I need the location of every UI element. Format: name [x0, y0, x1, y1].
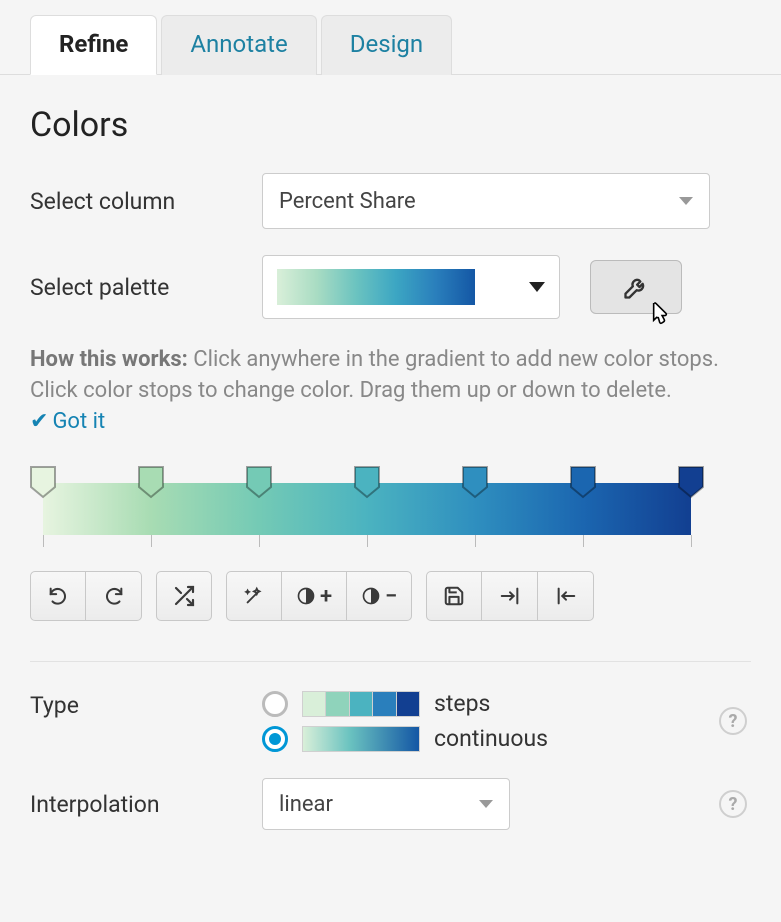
export-icon	[555, 585, 577, 607]
gradient-stop[interactable]	[568, 465, 598, 495]
help-type-button[interactable]: ?	[719, 707, 747, 735]
radio-input-continuous[interactable]	[262, 726, 288, 752]
interpolation-value: linear	[279, 792, 333, 817]
gradient-stop[interactable]	[28, 465, 58, 495]
chevron-down-icon	[479, 800, 493, 808]
column-select-value: Percent Share	[279, 189, 416, 214]
gradient-stop[interactable]	[460, 465, 490, 495]
gradient-stop[interactable]	[352, 465, 382, 495]
label-interpolation: Interpolation	[30, 791, 262, 818]
import-button[interactable]	[482, 571, 538, 621]
customize-palette-button[interactable]	[590, 260, 682, 314]
help-lead: How this works:	[30, 347, 188, 372]
row-type: Type steps continuous ?	[30, 690, 751, 752]
continuous-preview	[302, 726, 420, 752]
row-select-column: Select column Percent Share	[30, 173, 751, 229]
gradient-ticks	[43, 535, 691, 547]
contrast-icon	[296, 586, 316, 606]
tab-refine[interactable]: Refine	[30, 15, 157, 75]
contrast-icon	[361, 586, 381, 606]
redo-icon	[103, 585, 125, 607]
radio-label-steps: steps	[434, 690, 490, 717]
gradient-stop[interactable]	[136, 465, 166, 495]
radio-continuous[interactable]: continuous	[262, 725, 548, 752]
check-icon: ✔	[30, 409, 48, 434]
colors-section: Colors Select column Percent Share Selec…	[0, 75, 781, 830]
shuffle-button[interactable]	[156, 571, 212, 621]
label-type: Type	[30, 690, 262, 719]
save-button[interactable]	[426, 571, 482, 621]
gradient-editor[interactable]	[30, 465, 751, 545]
steps-preview	[302, 691, 420, 717]
chevron-down-icon	[679, 197, 693, 205]
magic-wand-icon	[243, 585, 265, 607]
tab-design[interactable]: Design	[321, 15, 452, 75]
type-options: steps continuous	[262, 690, 548, 752]
gradient-stop[interactable]	[244, 465, 274, 495]
export-button[interactable]	[538, 571, 594, 621]
lightness-minus-button[interactable]: −	[347, 571, 412, 621]
chevron-down-icon	[529, 282, 545, 292]
radio-input-steps[interactable]	[262, 691, 288, 717]
section-title: Colors	[30, 105, 751, 145]
undo-icon	[47, 585, 69, 607]
got-it-link[interactable]: ✔Got it	[30, 409, 105, 434]
palette-toolbar: + −	[30, 571, 751, 621]
cursor-pointer-icon	[643, 299, 675, 331]
divider	[30, 661, 751, 662]
got-it-label: Got it	[52, 409, 105, 434]
column-select[interactable]: Percent Share	[262, 173, 710, 229]
label-select-palette: Select palette	[30, 274, 262, 301]
tab-annotate[interactable]: Annotate	[161, 15, 316, 75]
radio-steps[interactable]: steps	[262, 690, 548, 717]
gradient-stop[interactable]	[676, 465, 706, 495]
lightness-plus-button[interactable]: +	[282, 571, 347, 621]
auto-correct-button[interactable]	[226, 571, 282, 621]
undo-button[interactable]	[30, 571, 86, 621]
shuffle-icon	[172, 584, 196, 608]
import-icon	[499, 585, 521, 607]
tabs: Refine Annotate Design	[0, 0, 781, 75]
help-interpolation-button[interactable]: ?	[719, 790, 747, 818]
palette-swatch	[277, 269, 475, 305]
minus-label: −	[385, 584, 397, 609]
palette-select[interactable]	[262, 255, 560, 319]
wrench-icon	[622, 273, 650, 301]
plus-label: +	[320, 584, 332, 609]
redo-button[interactable]	[86, 571, 142, 621]
row-select-palette: Select palette	[30, 255, 751, 319]
interpolation-select[interactable]: linear	[262, 778, 510, 830]
save-icon	[443, 585, 465, 607]
help-text: How this works: Click anywhere in the gr…	[30, 345, 751, 437]
label-select-column: Select column	[30, 188, 262, 215]
row-interpolation: Interpolation linear ?	[30, 778, 751, 830]
radio-label-continuous: continuous	[434, 725, 548, 752]
